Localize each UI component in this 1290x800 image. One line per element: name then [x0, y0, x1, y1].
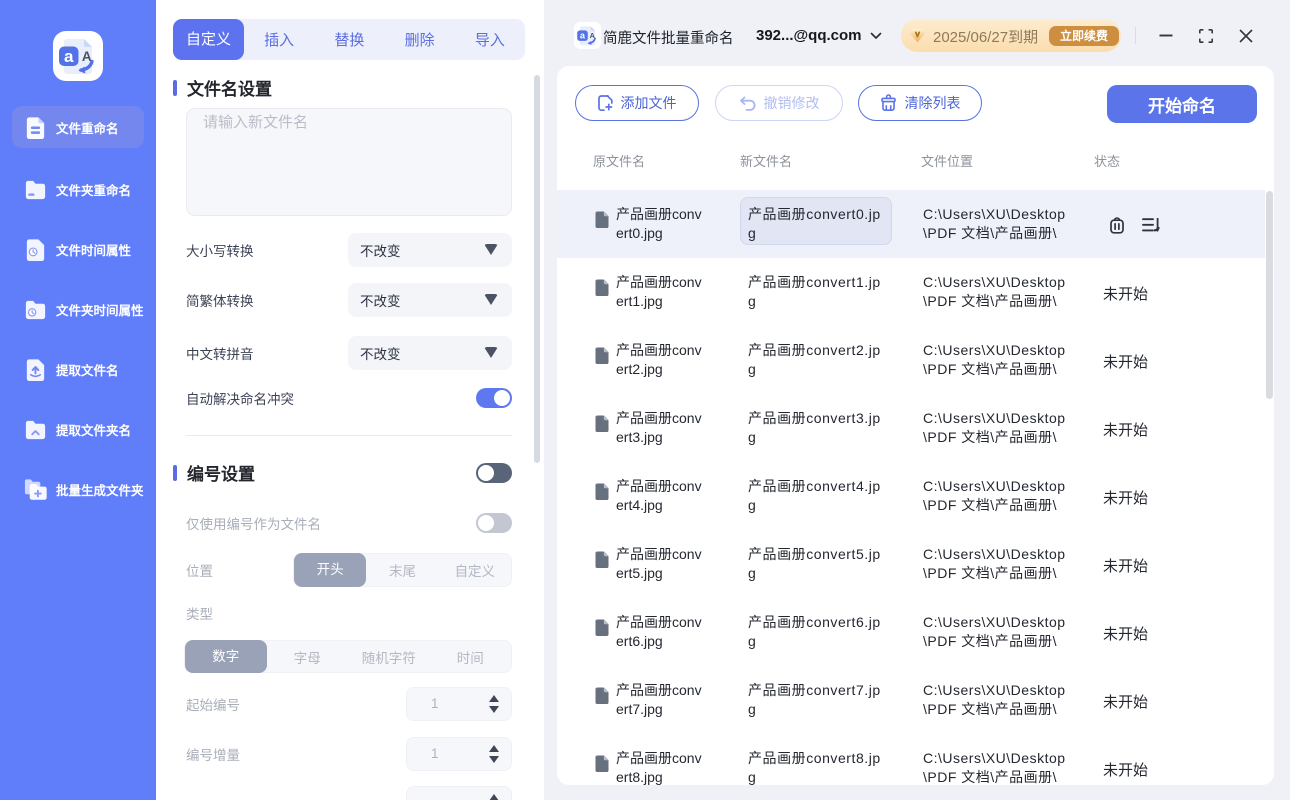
svg-text:a: a — [580, 31, 586, 41]
svg-text:a: a — [64, 47, 74, 66]
